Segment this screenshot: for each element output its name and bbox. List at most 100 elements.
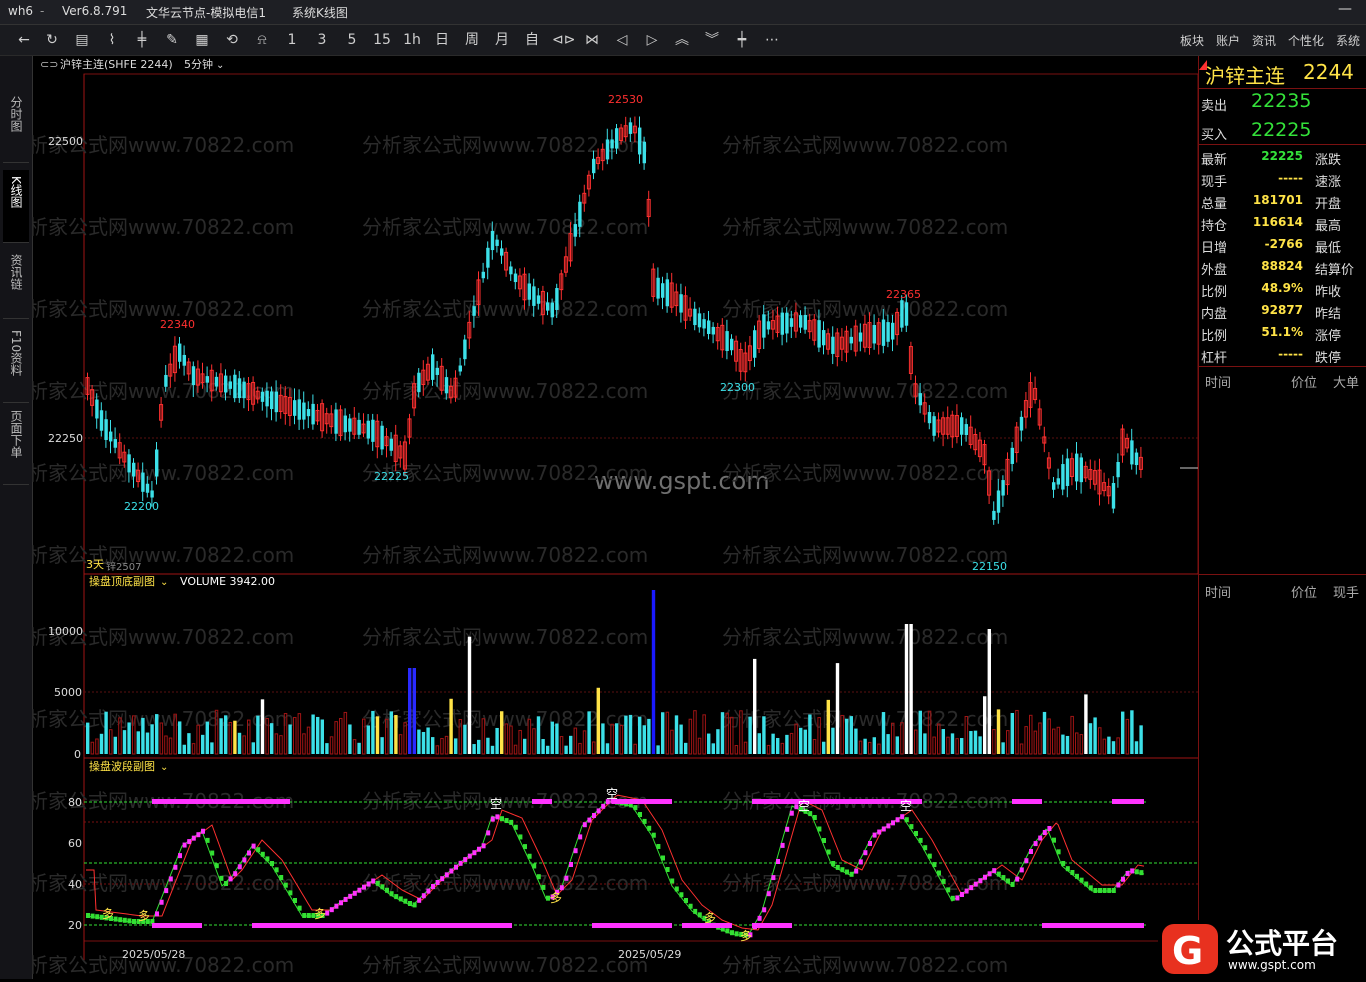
period-5[interactable]: 5	[342, 30, 362, 50]
wave-block	[523, 844, 527, 850]
candle-body	[109, 431, 113, 442]
chevron-down-icon[interactable]: ⌄	[160, 762, 168, 773]
period-day[interactable]: 日	[432, 30, 452, 50]
period-selector[interactable]: 5分钟	[184, 57, 213, 71]
volume-bar	[845, 718, 849, 754]
wave-block	[1010, 881, 1015, 887]
candle-body	[1111, 483, 1116, 509]
line-chart-icon[interactable]: ⌇	[102, 30, 122, 50]
long-signal: 多	[138, 909, 150, 923]
app-name: wh6	[8, 4, 34, 18]
volume-bar	[1116, 737, 1120, 755]
volume-bar	[302, 733, 306, 755]
kline-chart[interactable]: ⊂⊃ 沪锌主连(SHFE 2244) 5分钟 ⌄ www.gspt.com 分析…	[32, 56, 1198, 979]
tab-timeshare[interactable]: 分时图	[3, 90, 29, 163]
candle-icon[interactable]: ╪	[132, 30, 152, 50]
chevron-down-icon[interactable]: ⌄	[216, 60, 224, 71]
table-icon[interactable]: ▤	[72, 30, 92, 50]
quote-key: 外盘	[1201, 263, 1228, 278]
more-icon[interactable]: ⋯	[762, 30, 782, 50]
back-icon[interactable]: ←	[14, 30, 34, 50]
candle-body	[693, 308, 697, 326]
wave-block	[564, 875, 569, 881]
quote-key: 昨收	[1315, 285, 1342, 300]
chart-area[interactable]: ⊂⊃ 沪锌主连(SHFE 2244) 5分钟 ⌄ www.gspt.com 分析…	[32, 56, 1198, 979]
wave-block	[904, 817, 909, 823]
period-1[interactable]: 1	[282, 30, 302, 50]
period-week[interactable]: 周	[462, 30, 482, 50]
period-15[interactable]: 15	[372, 30, 392, 50]
candle-body	[164, 374, 168, 387]
period-month[interactable]: 月	[492, 30, 512, 50]
candle-body	[481, 271, 485, 279]
up-icon[interactable]: ︽	[672, 30, 692, 50]
candle-body	[707, 320, 711, 334]
zoom-out-icon[interactable]: ⋈	[582, 30, 602, 50]
link-icon[interactable]: ⊂⊃	[40, 58, 58, 71]
volume-bar	[996, 709, 1001, 754]
candle-body	[178, 343, 182, 362]
crosshair-icon[interactable]: ┿	[732, 30, 752, 50]
top-band	[1012, 799, 1042, 804]
refresh-icon[interactable]: ↻	[42, 30, 62, 50]
menu-system[interactable]: 系统	[1336, 32, 1360, 49]
volume-bar	[490, 745, 495, 754]
volume-bar	[1075, 732, 1079, 755]
quote-row: 日增 -2766 最低	[1199, 234, 1366, 256]
chevron-down-icon[interactable]: ⌄	[160, 577, 168, 588]
left-icon[interactable]: ◁	[612, 30, 632, 50]
wave-block	[196, 832, 201, 838]
volume-bar	[518, 729, 522, 755]
volume-panel-title[interactable]: 操盘顶底副图	[89, 574, 155, 588]
grid-icon[interactable]: ▦	[192, 30, 212, 50]
menu-sector[interactable]: 板块	[1180, 32, 1204, 49]
right-icon[interactable]: ▷	[642, 30, 662, 50]
tab-news-chain[interactable]: 资讯链	[3, 248, 29, 319]
volume-bar	[532, 728, 536, 755]
wave-block	[352, 890, 357, 896]
candle-body	[495, 239, 499, 246]
volume-bar	[201, 734, 205, 754]
server-node[interactable]: 文华云节点-模拟电信1	[146, 4, 266, 21]
tab-f10[interactable]: F10资料	[3, 324, 29, 403]
candle-body	[817, 320, 821, 348]
watermark-text: 分析家公式网www.70822.com	[32, 461, 294, 485]
volume-bar	[1042, 711, 1047, 754]
wave-block	[440, 876, 445, 882]
wave-block	[527, 853, 532, 859]
volume-bar	[293, 717, 297, 755]
bell-icon[interactable]: ⍾	[252, 30, 272, 50]
wave-block	[771, 875, 776, 881]
wave-tick: 80	[68, 796, 82, 809]
period-3[interactable]: 3	[312, 30, 332, 50]
tab-order[interactable]: 页面下单	[3, 404, 29, 485]
wave-block	[946, 887, 951, 893]
volume-bar	[164, 735, 168, 755]
menu-account[interactable]: 账户	[1216, 32, 1240, 49]
wave-block	[431, 884, 435, 889]
volume-bar	[564, 745, 568, 754]
menu-news[interactable]: 资讯	[1252, 32, 1276, 49]
wave-block	[389, 891, 394, 897]
candle-body	[822, 330, 826, 346]
period-custom[interactable]: 自	[522, 30, 542, 50]
volume-bar	[877, 743, 881, 755]
zoom-in-icon[interactable]: ⊲⊳	[552, 30, 575, 50]
sell-label: 卖出	[1201, 99, 1228, 114]
cycle-icon[interactable]: ⟲	[222, 30, 242, 50]
volume-bar	[546, 745, 550, 754]
volume-bar	[1006, 730, 1010, 755]
draw-icon[interactable]: ✎	[162, 30, 182, 50]
candle-body	[297, 399, 301, 420]
menu-personalize[interactable]: 个性化	[1288, 32, 1324, 49]
down-icon[interactable]: ︾	[702, 30, 722, 50]
wave-block	[297, 905, 302, 911]
wave-panel-title[interactable]: 操盘波段副图	[89, 759, 155, 773]
wave-block	[960, 892, 964, 897]
period-1h[interactable]: 1h	[402, 30, 422, 50]
minimize-icon[interactable]: —	[1338, 1, 1352, 17]
tab-kline[interactable]: K线图	[3, 170, 29, 243]
watermark-text: 分析家公式网www.70822.com	[362, 215, 648, 239]
volume-bar	[513, 744, 518, 755]
candle-body	[182, 354, 186, 366]
